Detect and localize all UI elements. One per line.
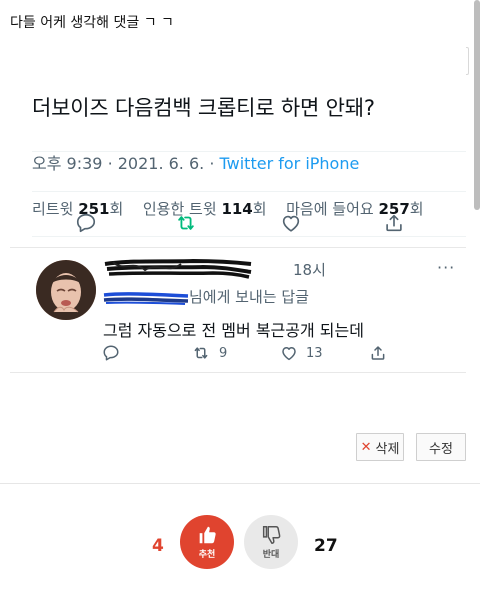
downvote-count: 27 — [314, 536, 338, 556]
share-icon — [371, 346, 385, 360]
edit-label: 수정 — [429, 441, 453, 457]
thumbs-down-icon — [262, 526, 281, 544]
retweet-icon — [178, 216, 194, 230]
heart-icon — [282, 347, 296, 361]
redacted-username-scribble — [104, 258, 252, 279]
reply-button[interactable] — [73, 210, 99, 236]
upvote-label: 추천 — [198, 550, 216, 560]
reply-like-button[interactable]: 13 — [280, 344, 323, 362]
reply-retweet-button[interactable]: 9 — [191, 344, 227, 362]
divider — [32, 151, 466, 152]
reply-to-line: 님에게 보내는 답글 — [103, 286, 309, 307]
tweet-action-bar — [0, 210, 480, 240]
avatar-photo — [36, 260, 96, 320]
reply-icon — [76, 213, 96, 233]
upvote-count: 4 — [152, 536, 164, 556]
post-title: 다들 어케 생각해 댓글 ㄱ ㄱ — [10, 15, 174, 31]
heart-icon — [282, 215, 300, 232]
delete-label: 삭제 — [375, 441, 400, 457]
divider — [32, 191, 466, 192]
share-icon — [386, 214, 402, 232]
close-icon: ✕ — [360, 439, 372, 455]
tweet-meta: 오후 9:39 · 2021. 6. 6. · Twitter for iPho… — [32, 154, 360, 173]
tweet-text: 더보이즈 다음컴백 크롭티로 하면 안돼? — [32, 96, 375, 120]
reply-reply-button[interactable] — [102, 344, 120, 362]
tweet-date: 2021. 6. 6. — [117, 154, 205, 173]
scrollbar-thumb[interactable] — [474, 0, 480, 210]
delete-button[interactable]: ✕ 삭제 — [356, 433, 404, 461]
retweet-button[interactable] — [173, 210, 199, 236]
vote-area: 4 추천 반대 27 — [0, 483, 480, 592]
more-options-icon[interactable]: ··· — [437, 258, 455, 277]
reply-retweet-count: 9 — [219, 345, 228, 361]
redacted-handle-scribble — [103, 291, 189, 305]
reply-text: 그럼 자동으로 전 멤버 복근공개 되는데 — [103, 321, 364, 340]
tweet-source-link[interactable]: Twitter for iPhone — [220, 154, 360, 173]
reply-like-count: 13 — [306, 345, 323, 361]
reply-tweet: 18시 ··· 님에게 보내는 답글 그럼 자동으로 전 멤버 복근공개 되는데… — [10, 250, 466, 372]
downvote-label: 반대 — [262, 550, 280, 560]
divider — [10, 247, 466, 248]
edit-button[interactable]: 수정 — [416, 433, 466, 461]
tweet-time: 오후 9:39 — [32, 154, 103, 173]
divider — [10, 372, 466, 373]
thumbs-up-icon — [199, 526, 216, 544]
share-button[interactable] — [381, 210, 407, 236]
reply-to-suffix: 님에게 보내는 답글 — [189, 288, 309, 306]
retweet-icon — [194, 347, 208, 359]
reply-share-button[interactable] — [369, 344, 387, 362]
reply-time: 18시 — [293, 261, 326, 279]
reply-icon — [103, 345, 119, 361]
upvote-button[interactable]: 추천 — [180, 515, 234, 569]
reply-action-bar: 9 13 — [10, 344, 466, 366]
like-button[interactable] — [278, 210, 304, 236]
avatar[interactable] — [36, 260, 96, 320]
downvote-button[interactable]: 반대 — [244, 515, 298, 569]
